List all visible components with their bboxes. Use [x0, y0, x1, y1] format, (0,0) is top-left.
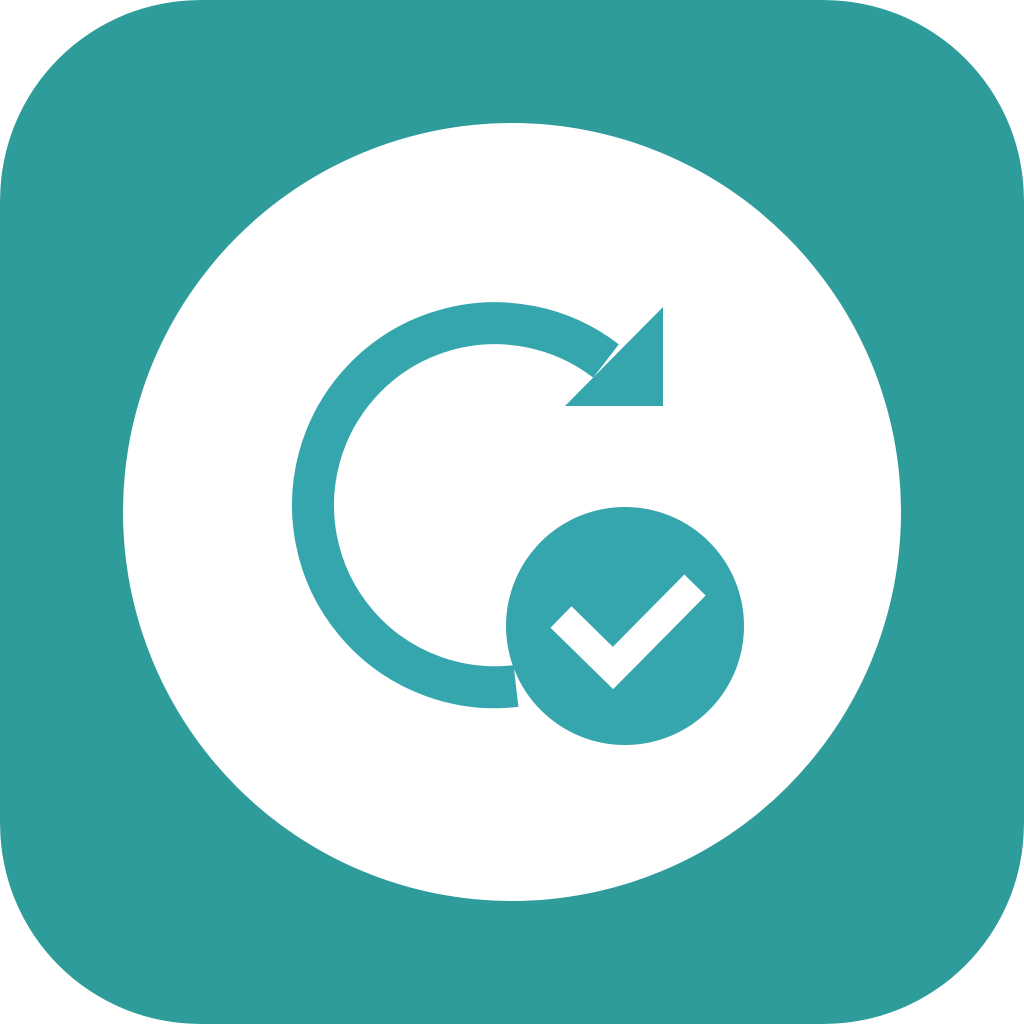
app-icon — [0, 0, 1024, 1024]
checkmark-badge-icon — [506, 507, 744, 745]
checkmark-badge-circle — [506, 507, 744, 745]
app-icon-graphic — [0, 0, 1024, 1024]
icon-white-disc — [123, 123, 901, 901]
